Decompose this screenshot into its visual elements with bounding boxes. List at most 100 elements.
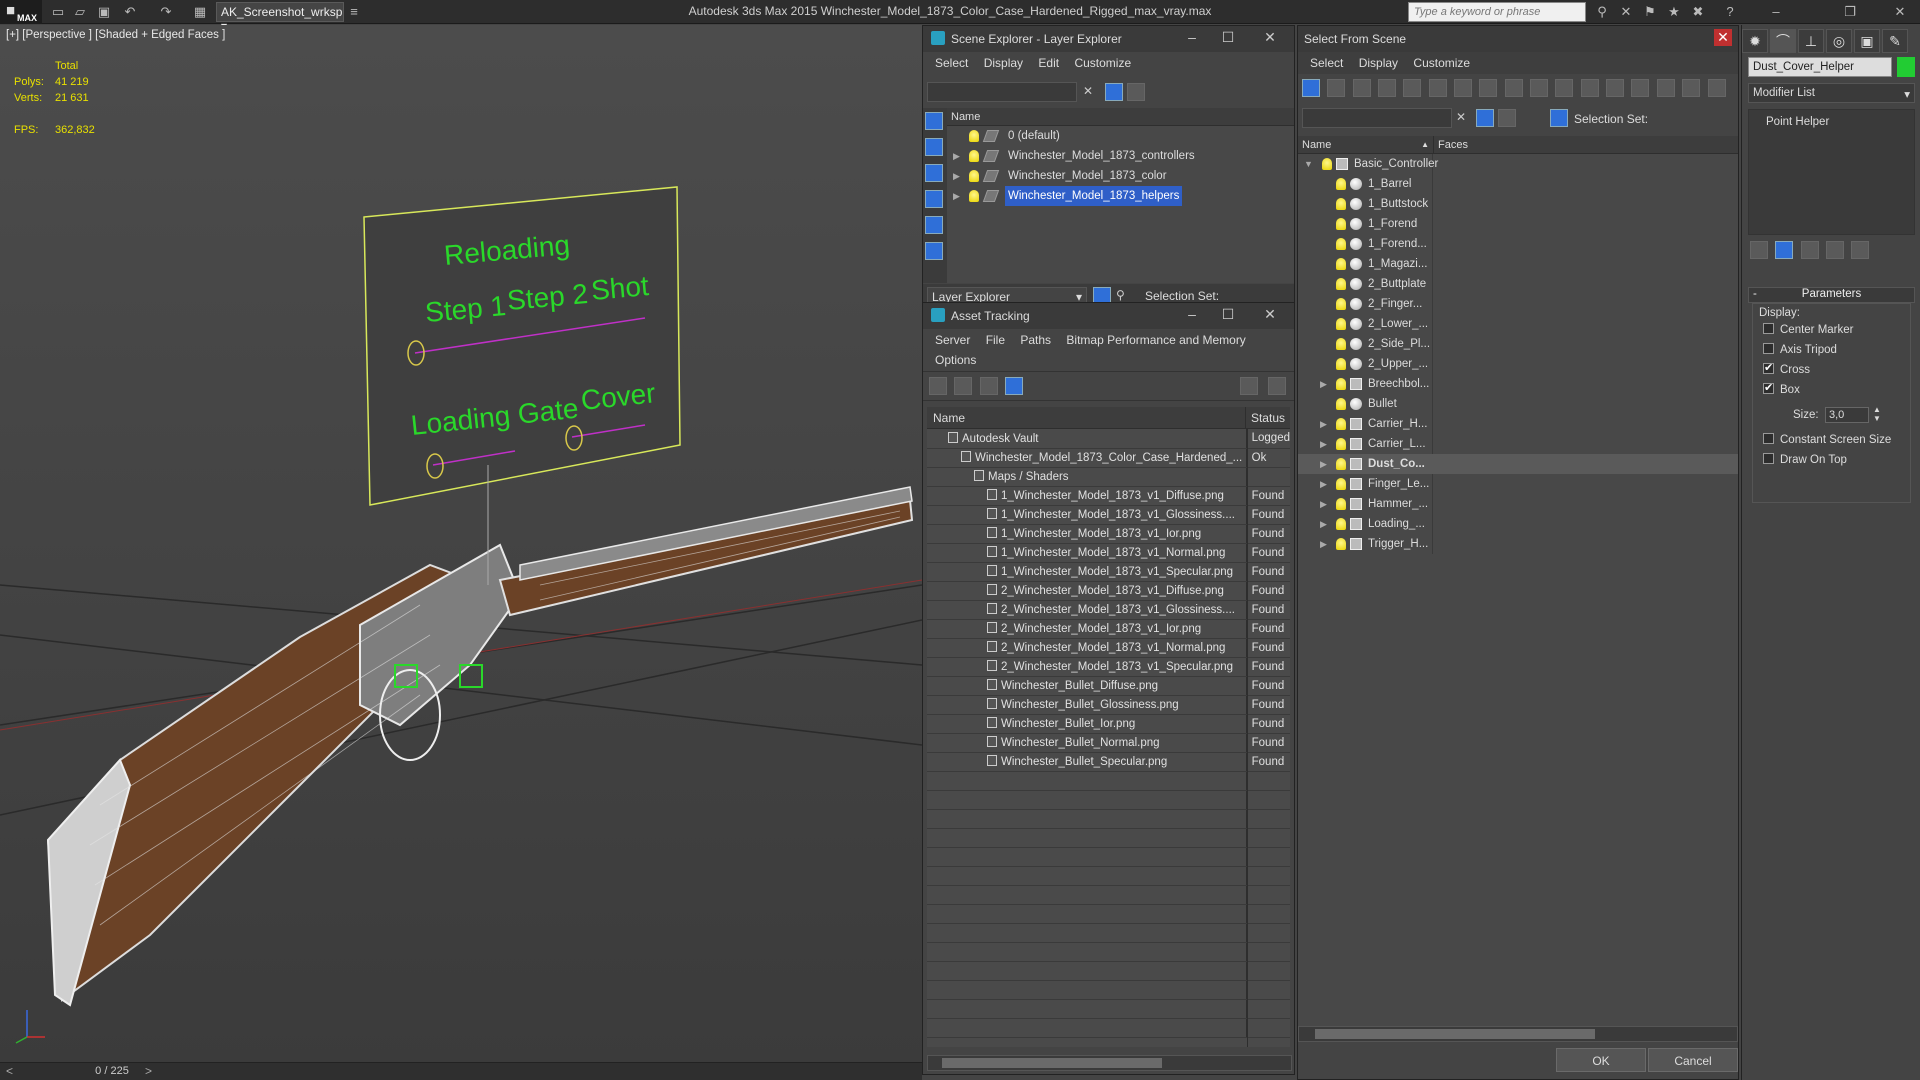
expand-arrow-icon[interactable]: ▶: [1320, 534, 1327, 554]
visibility-bulb-icon[interactable]: [1336, 218, 1346, 230]
binoculars-icon[interactable]: ⚲: [1594, 4, 1610, 20]
visibility-bulb-icon[interactable]: [1336, 198, 1346, 210]
selection-set-icon[interactable]: [1550, 109, 1568, 127]
display-geometry-icon[interactable]: [1302, 79, 1320, 97]
app-logo[interactable]: ■ MAX: [0, 0, 42, 24]
checkbox-icon[interactable]: [1763, 453, 1774, 464]
display-tab-icon[interactable]: ▣: [1854, 29, 1880, 53]
expand-arrow-icon[interactable]: ▶: [1320, 474, 1327, 494]
asset-row[interactable]: 1_Winchester_Model_1873_v1_Specular.png F…: [927, 562, 1290, 582]
asset-row[interactable]: 2_Winchester_Model_1873_v1_Normal.png Fou…: [927, 638, 1290, 658]
visibility-bulb-icon[interactable]: [1336, 398, 1346, 410]
visibility-bulb-icon[interactable]: [1336, 538, 1346, 550]
visibility-bulb-icon[interactable]: [1336, 298, 1346, 310]
sfs-col-faces[interactable]: Faces: [1433, 136, 1738, 153]
tools-icon[interactable]: ✕: [1618, 4, 1634, 20]
expand-arrow-icon[interactable]: ▶: [1320, 514, 1327, 534]
checkbox-icon[interactable]: [1763, 361, 1774, 374]
configure-modifier-sets-icon[interactable]: [1851, 241, 1870, 259]
asset-row[interactable]: Winchester_Bullet_Specular.png Found: [927, 752, 1290, 772]
sfs-hscrollbar[interactable]: [1298, 1026, 1738, 1042]
visibility-bulb-icon[interactable]: [1336, 278, 1346, 290]
create-tab-icon[interactable]: ✹: [1742, 29, 1768, 53]
layer-row[interactable]: ▶ Winchester_Model_1873_helpers: [947, 186, 1294, 206]
filter-funnel-icon[interactable]: [1682, 79, 1701, 97]
scene-object-row[interactable]: 1_Forend: [1298, 214, 1738, 234]
minimize-button[interactable]: ‒: [1182, 306, 1202, 322]
asset-row[interactable]: Maps / Shaders: [927, 467, 1290, 487]
asset-row[interactable]: Winchester_Bullet_Ior.png Found: [927, 714, 1290, 734]
col-status-header[interactable]: Status: [1244, 407, 1290, 428]
utilities-tab-icon[interactable]: ✎: [1882, 29, 1908, 53]
scene-object-row[interactable]: 2_Lower_...: [1298, 314, 1738, 334]
layer-row[interactable]: ▶ Winchester_Model_1873_color: [947, 166, 1294, 186]
scene-object-row[interactable]: 2_Finger...: [1298, 294, 1738, 314]
menu-edit[interactable]: Edit: [1038, 56, 1059, 70]
visibility-bulb-icon[interactable]: [1336, 238, 1346, 250]
display-helpers-icon[interactable]: [1403, 79, 1422, 97]
object-name-input[interactable]: Dust_Cover_Helper: [1748, 57, 1892, 77]
layer-visibility-icon[interactable]: [969, 190, 979, 202]
collapse-arrow-icon[interactable]: ▼: [1304, 154, 1313, 174]
option-checkbox[interactable]: Center Marker: [1763, 323, 1910, 343]
menu-display[interactable]: Display: [984, 56, 1023, 70]
restore-app-button[interactable]: ❐: [1842, 4, 1858, 20]
layer-row[interactable]: 0 (default): [947, 126, 1294, 146]
asset-row[interactable]: Autodesk Vault Logged: [927, 429, 1290, 449]
clear-search-icon[interactable]: ✕: [1083, 84, 1093, 98]
show-end-result-icon[interactable]: [1775, 241, 1794, 259]
asset-row[interactable]: Winchester_Bullet_Diffuse.png Found: [927, 676, 1290, 696]
sfs-hscroll-thumb[interactable]: [1315, 1029, 1595, 1039]
asset-row[interactable]: 2_Winchester_Model_1873_v1_Glossiness...…: [927, 600, 1290, 620]
rifle-model[interactable]: [46, 486, 914, 1007]
scene-object-row[interactable]: 2_Buttplate: [1298, 274, 1738, 294]
scene-object-row[interactable]: ▶ Carrier_H...: [1298, 414, 1738, 434]
help-icon[interactable]: [1240, 377, 1258, 395]
scene-object-row[interactable]: 1_Forend...: [1298, 234, 1738, 254]
asset-row[interactable]: 2_Winchester_Model_1873_v1_Diffuse.png Fo…: [927, 581, 1290, 601]
workspace-menu-icon[interactable]: ≡: [346, 4, 362, 20]
display-invert-icon[interactable]: [1656, 79, 1675, 97]
display-geometry-icon[interactable]: [925, 112, 943, 130]
visibility-bulb-icon[interactable]: [1336, 438, 1346, 450]
scene-object-row[interactable]: 1_Buttstock: [1298, 194, 1738, 214]
menu-paths[interactable]: Paths: [1020, 333, 1051, 347]
sfs-search-input[interactable]: [1302, 108, 1452, 128]
display-hidden-icon[interactable]: [1580, 79, 1599, 97]
visibility-bulb-icon[interactable]: [1336, 518, 1346, 530]
asset-row[interactable]: Winchester_Bullet_Normal.png Found: [927, 733, 1290, 753]
expand-arrow-icon[interactable]: ▶: [1320, 454, 1327, 474]
asset-row[interactable]: 2_Winchester_Model_1873_v1_Specular.png F…: [927, 657, 1290, 677]
scene-object-row[interactable]: ▶ Carrier_L...: [1298, 434, 1738, 454]
visibility-bulb-icon[interactable]: [1336, 458, 1346, 470]
hierarchy-icon[interactable]: ⚲: [1116, 288, 1125, 302]
scene-object-row[interactable]: ▶ Dust_Co...: [1298, 454, 1738, 474]
cancel-button[interactable]: Cancel: [1648, 1048, 1738, 1072]
time-prev-icon[interactable]: <: [6, 1064, 13, 1078]
menu-display[interactable]: Display: [1359, 56, 1398, 70]
scene-object-row[interactable]: ▶ Finger_Le...: [1298, 474, 1738, 494]
select-from-scene-titlebar[interactable]: Select From Scene ✕: [1298, 26, 1738, 52]
open-file-icon[interactable]: ▱: [72, 4, 88, 20]
subscription-icon[interactable]: ⚑: [1642, 4, 1658, 20]
scene-object-row[interactable]: 1_Barrel: [1298, 174, 1738, 194]
menu-server[interactable]: Server: [935, 333, 970, 347]
display-all-icon[interactable]: [1606, 79, 1625, 97]
expand-arrow-icon[interactable]: ▶: [1320, 434, 1327, 454]
time-next-icon[interactable]: >: [145, 1064, 152, 1078]
expand-arrow-icon[interactable]: ▶: [953, 146, 960, 166]
asset-row[interactable]: 1_Winchester_Model_1873_v1_Normal.png Fou…: [927, 543, 1290, 563]
layer-row[interactable]: ▶ Winchester_Model_1873_controllers: [947, 146, 1294, 166]
visibility-bulb-icon[interactable]: [1322, 158, 1332, 170]
layer-visibility-icon[interactable]: [969, 130, 979, 142]
scene-object-row[interactable]: Bullet: [1298, 394, 1738, 414]
thumbnail-view-icon[interactable]: [979, 377, 998, 395]
scene-object-row[interactable]: ▶ Trigger_H...: [1298, 534, 1738, 554]
asset-hscrollbar[interactable]: [927, 1055, 1292, 1071]
scene-object-row[interactable]: ▼ Basic_Controller: [1298, 154, 1738, 174]
ok-button[interactable]: OK: [1556, 1048, 1646, 1072]
close-button[interactable]: ✕: [1714, 29, 1732, 46]
menu-file[interactable]: File: [986, 333, 1005, 347]
size-spinner-input[interactable]: 3,0: [1825, 407, 1869, 423]
hierarchy-filter-icon[interactable]: [1707, 79, 1726, 97]
